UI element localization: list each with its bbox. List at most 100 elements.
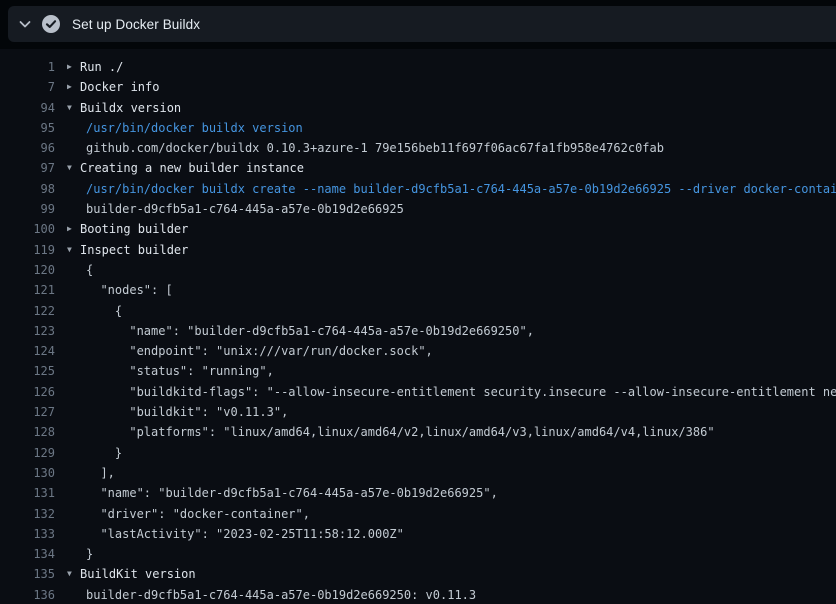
line-number[interactable]: 124 [0,341,55,361]
line-number[interactable]: 131 [0,483,55,503]
line-text: "name": "builder-d9cfb5a1-c764-445a-a57e… [86,483,498,503]
line-number[interactable]: 130 [0,463,55,483]
log-line: 133 "lastActivity": "2023-02-25T11:58:12… [0,524,836,544]
step-header[interactable]: Set up Docker Buildx [8,6,836,42]
group-toggle-icon [55,504,86,524]
group-toggle-icon[interactable]: ▶ [55,57,80,77]
group-toggle-icon [55,361,86,381]
log-line: 130 ], [0,463,836,483]
line-text: "platforms": "linux/amd64,linux/amd64/v2… [86,422,715,442]
line-number[interactable]: 134 [0,544,55,564]
line-number[interactable]: 133 [0,524,55,544]
log-line: 132 "driver": "docker-container", [0,504,836,524]
group-toggle-icon[interactable]: ▼ [55,98,80,118]
group-toggle-icon[interactable]: ▶ [55,219,80,239]
group-toggle-icon[interactable]: ▶ [55,77,80,97]
group-toggle-icon [55,341,86,361]
line-number[interactable]: 126 [0,382,55,402]
group-toggle-icon [55,321,86,341]
line-text: Inspect builder [80,240,188,260]
group-toggle-icon[interactable]: ▼ [55,158,80,178]
log-line: 96 github.com/docker/buildx 0.10.3+azure… [0,138,836,158]
line-number[interactable]: 125 [0,361,55,381]
log-line: 134 } [0,544,836,564]
log-line: 122 { [0,301,836,321]
log-line: 127 "buildkit": "v0.11.3", [0,402,836,422]
line-number[interactable]: 96 [0,138,55,158]
line-number[interactable]: 97 [0,158,55,178]
log-line: 120 { [0,260,836,280]
line-text: Creating a new builder instance [80,158,304,178]
line-text: github.com/docker/buildx 0.10.3+azure-1 … [86,138,664,158]
line-text: { [86,301,122,321]
group-toggle-icon [55,179,86,199]
group-toggle-icon [55,260,86,280]
line-number[interactable]: 98 [0,179,55,199]
group-toggle-icon[interactable]: ▼ [55,240,80,260]
line-number[interactable]: 94 [0,98,55,118]
chevron-down-icon[interactable] [17,16,33,32]
line-number[interactable]: 136 [0,585,55,604]
line-text: builder-d9cfb5a1-c764-445a-a57e-0b19d2e6… [86,585,476,604]
line-number[interactable]: 95 [0,118,55,138]
group-toggle-icon [55,280,86,300]
log-line: 131 "name": "builder-d9cfb5a1-c764-445a-… [0,483,836,503]
line-number[interactable]: 7 [0,77,55,97]
group-toggle-icon[interactable]: ▼ [55,564,80,584]
line-number[interactable]: 121 [0,280,55,300]
log-line[interactable]: 135 ▼ BuildKit version [0,564,836,584]
line-text: /usr/bin/docker buildx create --name bui… [86,179,836,199]
line-text: { [86,260,93,280]
log-line[interactable]: 1 ▶ Run ./ [0,57,836,77]
log-line: 128 "platforms": "linux/amd64,linux/amd6… [0,422,836,442]
log-line: 95 /usr/bin/docker buildx version [0,118,836,138]
line-number[interactable]: 132 [0,504,55,524]
line-text: } [86,443,122,463]
group-toggle-icon [55,402,86,422]
line-number[interactable]: 129 [0,443,55,463]
group-toggle-icon [55,463,86,483]
line-text: Docker info [80,77,159,97]
line-number[interactable]: 135 [0,564,55,584]
log-line: 126 "buildkitd-flags": "--allow-insecure… [0,382,836,402]
line-number[interactable]: 100 [0,219,55,239]
line-number[interactable]: 99 [0,199,55,219]
log-lines: 1 ▶ Run ./ 7 ▶ Docker info 94 ▼ Buildx v… [0,57,836,604]
line-text: ], [86,463,115,483]
line-number[interactable]: 123 [0,321,55,341]
line-number[interactable]: 1 [0,57,55,77]
line-text: "status": "running", [86,361,274,381]
log-line[interactable]: 94 ▼ Buildx version [0,98,836,118]
log-line: 98 /usr/bin/docker buildx create --name … [0,179,836,199]
group-toggle-icon [55,585,86,604]
line-number[interactable]: 127 [0,402,55,422]
header-strip: Set up Docker Buildx [0,0,836,49]
line-number[interactable]: 120 [0,260,55,280]
group-toggle-icon [55,443,86,463]
log-line: 121 "nodes": [ [0,280,836,300]
log-line: 124 "endpoint": "unix:///var/run/docker.… [0,341,836,361]
line-text: "driver": "docker-container", [86,504,310,524]
log-line[interactable]: 119 ▼ Inspect builder [0,240,836,260]
log-line[interactable]: 97 ▼ Creating a new builder instance [0,158,836,178]
line-text: "buildkitd-flags": "--allow-insecure-ent… [86,382,836,402]
log-line[interactable]: 7 ▶ Docker info [0,77,836,97]
log-line[interactable]: 100 ▶ Booting builder [0,219,836,239]
line-text: Booting builder [80,219,188,239]
group-toggle-icon [55,138,86,158]
line-number[interactable]: 128 [0,422,55,442]
group-toggle-icon [55,422,86,442]
step-title: Set up Docker Buildx [72,17,200,32]
log-line: 99 builder-d9cfb5a1-c764-445a-a57e-0b19d… [0,199,836,219]
line-text: "name": "builder-d9cfb5a1-c764-445a-a57e… [86,321,534,341]
line-text: Buildx version [80,98,181,118]
group-toggle-icon [55,382,86,402]
line-text: "endpoint": "unix:///var/run/docker.sock… [86,341,433,361]
line-number[interactable]: 119 [0,240,55,260]
line-text: "nodes": [ [86,280,173,300]
log-line: 123 "name": "builder-d9cfb5a1-c764-445a-… [0,321,836,341]
check-circle-icon [42,15,60,33]
line-number[interactable]: 122 [0,301,55,321]
group-toggle-icon [55,301,86,321]
log-line: 129 } [0,443,836,463]
